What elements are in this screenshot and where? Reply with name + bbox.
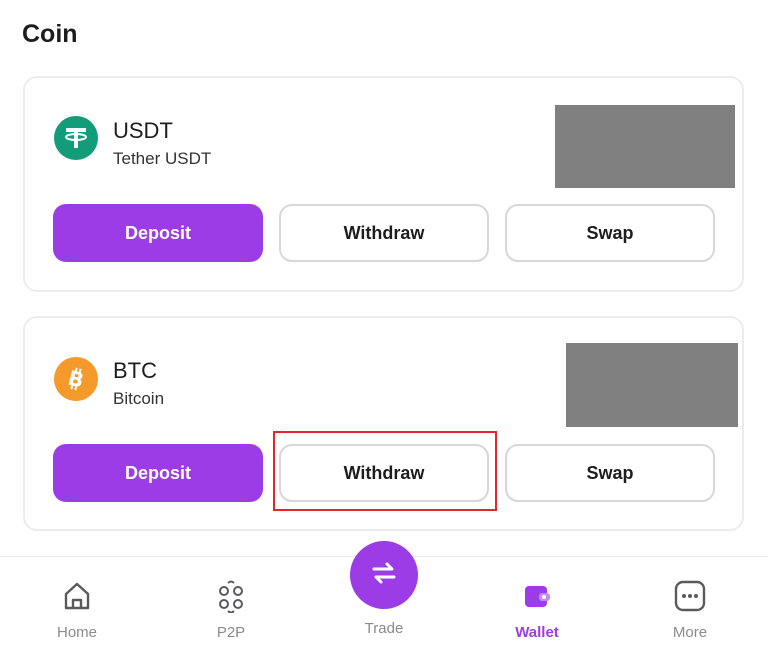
bitcoin-icon: B — [54, 357, 98, 401]
more-icon — [673, 579, 707, 618]
balance-redacted — [566, 343, 738, 427]
withdraw-highlight-box — [273, 431, 497, 511]
nav-more[interactable]: More — [650, 579, 730, 641]
swap-button[interactable]: Swap — [505, 444, 715, 502]
nav-p2p[interactable]: P2P — [191, 579, 271, 641]
coin-full-name: Bitcoin — [113, 389, 165, 408]
trade-button[interactable] — [350, 541, 418, 609]
swap-arrows-icon — [366, 555, 402, 596]
nav-wallet-label: Wallet — [515, 624, 559, 641]
wallet-icon — [520, 579, 554, 618]
withdraw-button[interactable]: Withdraw — [279, 204, 489, 262]
coin-symbol: BTC — [113, 358, 157, 383]
deposit-button[interactable]: Deposit — [53, 444, 263, 502]
coin-card-usdt: USDT Tether USDT Deposit Withdraw Swap — [23, 76, 744, 292]
nav-home[interactable]: Home — [37, 579, 117, 641]
balance-redacted — [555, 105, 735, 188]
nav-wallet[interactable]: Wallet — [497, 579, 577, 641]
nav-more-label: More — [672, 624, 708, 641]
home-icon — [60, 579, 94, 618]
coin-symbol: USDT — [113, 118, 173, 143]
nav-home-label: Home — [56, 624, 97, 641]
nav-trade-label: Trade — [364, 620, 404, 637]
coin-full-name: Tether USDT — [113, 149, 212, 168]
tether-icon — [54, 116, 98, 160]
p2p-icon — [214, 579, 248, 618]
swap-button[interactable]: Swap — [505, 204, 715, 262]
nav-p2p-label: P2P — [216, 624, 246, 641]
page-title: Coin — [22, 20, 78, 48]
deposit-button[interactable]: Deposit — [53, 204, 263, 262]
